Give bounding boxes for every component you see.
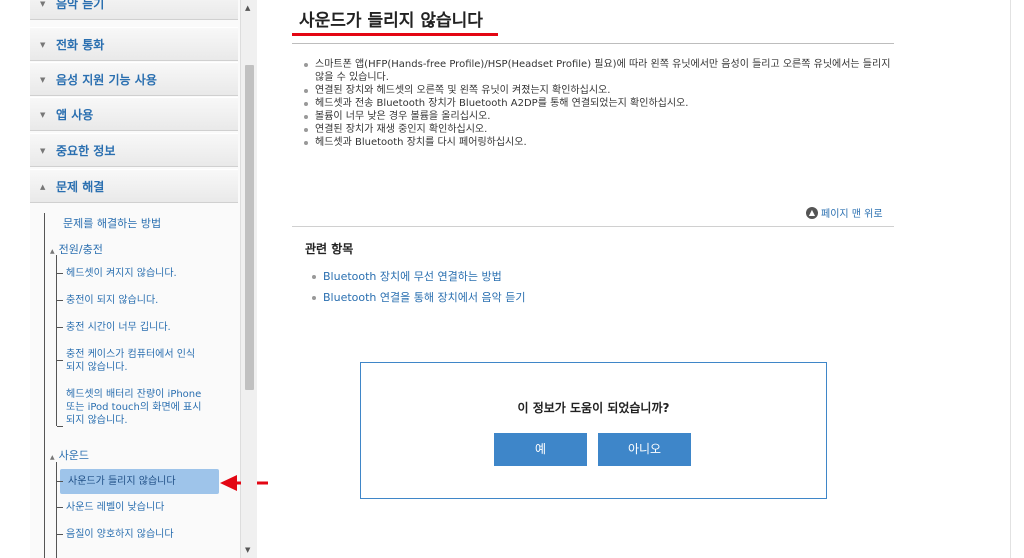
related-link-wireless-connect[interactable]: Bluetooth 장치에 무선 연결하는 방법 [312, 268, 502, 284]
tree-branch [57, 273, 63, 274]
sub-item-charge-too-long[interactable]: 충전 시간이 너무 깁니다. [66, 321, 171, 334]
sidebar-category-calls[interactable]: ▼ 전화 통화 [30, 27, 238, 61]
bullet-item: 연결된 장치가 재생 중인지 확인하십시오. [304, 123, 894, 136]
sidebar-category-label: 음악 듣기 [56, 0, 105, 11]
sub-item-not-charging[interactable]: 충전이 되지 않습니다. [66, 294, 158, 307]
tree-branch [57, 300, 63, 301]
chevron-icon: ▼ [40, 147, 46, 155]
sub-item-case-not-recognized[interactable]: 충전 케이스가 컴퓨터에서 인식 되지 않습니다. [66, 348, 216, 374]
sub-item-no-power[interactable]: 헤드셋이 켜지지 않습니다. [66, 267, 177, 280]
arrow-up-circle-icon: ▲ [806, 206, 818, 219]
chevron-icon: ▼ [40, 76, 46, 84]
feedback-yes-button[interactable]: 예 [494, 433, 587, 466]
sidebar-category-label: 전화 통화 [56, 38, 105, 52]
power-group-label: 전원/충전 [58, 243, 103, 256]
tree-branch [57, 426, 63, 427]
troubleshoot-intro-link[interactable]: 문제를 해결하는 방법 [63, 217, 161, 230]
sound-group-label: 사운드 [58, 449, 89, 462]
troubleshoot-bullet-list: 스마트폰 앱(HFP(Hands-free Profile)/HSP(Heads… [304, 58, 894, 149]
sound-group-toggle[interactable]: ▲ 사운드 [50, 447, 89, 463]
chevron-up-icon: ▲ [50, 454, 55, 461]
sub-item-battery-level-not-shown[interactable]: 헤드셋의 배터리 잔량이 iPhone 또는 iPod touch의 화면에 표… [66, 388, 216, 427]
bullet-dot [312, 296, 316, 300]
related-divider [292, 226, 894, 227]
tree-line [56, 255, 57, 426]
title-divider [292, 43, 894, 44]
related-link-label: Bluetooth 연결을 통해 장치에서 음악 듣기 [323, 291, 526, 304]
bullet-item: 헤드셋과 전송 Bluetooth 장치가 Bluetooth A2DP를 통해… [304, 97, 894, 110]
chevron-up-icon: ▲ [40, 183, 46, 191]
sidebar-category-apps[interactable]: ▼ 앱 사용 [30, 97, 238, 131]
bullet-dot [312, 275, 316, 279]
tree-branch [57, 481, 63, 482]
sidebar-category-label: 중요한 정보 [56, 144, 116, 158]
sidebar-scrollbar[interactable]: ▲ ▼ [241, 0, 257, 558]
back-to-top-link[interactable]: ▲ 페이지 맨 위로 [806, 205, 883, 220]
sidebar-category-troubleshooting[interactable]: ▲ 문제 해결 [30, 169, 238, 203]
sidebar-category-label: 앱 사용 [56, 108, 94, 122]
tree-line [56, 462, 57, 558]
tree-branch [57, 534, 63, 535]
bullet-item: 헤드셋과 Bluetooth 장치를 다시 페어링하십시오. [304, 136, 894, 149]
sub-item-no-sound[interactable]: 사운드가 들리지 않습니다 [68, 475, 176, 488]
title-underline [292, 33, 498, 36]
page-title: 사운드가 들리지 않습니다 [299, 11, 483, 31]
scroll-up-icon[interactable]: ▲ [245, 4, 250, 12]
back-to-top-label: 페이지 맨 위로 [821, 209, 883, 220]
bullet-item: 연결된 장치와 헤드셋의 오른쪽 및 왼쪽 유닛이 켜졌는지 확인하십시오. [304, 84, 894, 97]
chevron-up-icon: ▲ [50, 248, 55, 255]
content-border [1010, 0, 1011, 558]
chevron-icon: ▼ [40, 111, 46, 119]
sidebar-category-label: 문제 해결 [56, 180, 105, 194]
sidebar-category-label: 음성 지원 기능 사용 [56, 73, 157, 87]
feedback-box: 이 정보가 도움이 되었습니까? 예 아니오 [360, 362, 827, 499]
chevron-icon: ▼ [40, 0, 46, 8]
chevron-icon: ▼ [40, 41, 46, 49]
tree-branch [57, 327, 63, 328]
scroll-thumb[interactable] [245, 65, 254, 390]
sidebar-category-music[interactable]: ▼ 음악 듣기 [30, 0, 238, 20]
power-group-toggle[interactable]: ▲ 전원/충전 [50, 241, 103, 257]
bullet-item: 볼륨이 너무 낮은 경우 볼륨을 올리십시오. [304, 110, 894, 123]
related-link-listen-music[interactable]: Bluetooth 연결을 통해 장치에서 음악 듣기 [312, 289, 525, 305]
tree-line [44, 213, 45, 558]
feedback-no-button[interactable]: 아니오 [598, 433, 691, 466]
sidebar-category-voice-assist[interactable]: ▼ 음성 지원 기능 사용 [30, 62, 238, 96]
sub-item-low-sound-level[interactable]: 사운드 레벨이 낮습니다 [66, 501, 164, 514]
feedback-question: 이 정보가 도움이 되었습니까? [517, 401, 670, 415]
scroll-down-icon[interactable]: ▼ [245, 546, 250, 554]
tree-branch [57, 507, 63, 508]
related-topics-heading: 관련 항목 [305, 242, 354, 256]
sub-item-poor-sound-quality[interactable]: 음질이 양호하지 않습니다 [66, 528, 174, 541]
related-link-label: Bluetooth 장치에 무선 연결하는 방법 [323, 270, 502, 283]
tree-branch [57, 360, 63, 361]
sidebar-category-important-info[interactable]: ▼ 중요한 정보 [30, 133, 238, 167]
bullet-item: 스마트폰 앱(HFP(Hands-free Profile)/HSP(Heads… [304, 58, 894, 84]
